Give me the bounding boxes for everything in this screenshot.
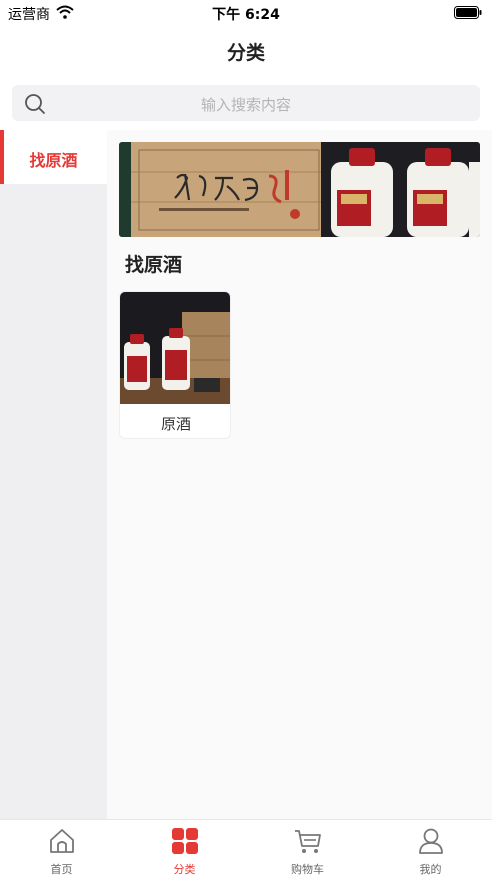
product-name: 原酒 xyxy=(160,415,191,433)
sidebar-item-label: 找原酒 xyxy=(29,151,78,170)
tab-home[interactable]: 首页 xyxy=(0,820,123,878)
home-icon xyxy=(50,829,74,853)
bottom-tab-bar: 首页 分类 购物车 我的 xyxy=(0,819,492,878)
search-input[interactable]: 输入搜索内容 xyxy=(12,85,480,121)
tab-label: 分类 xyxy=(173,863,196,876)
category-banner-image[interactable] xyxy=(119,142,480,237)
tab-label: 首页 xyxy=(50,863,73,876)
section-title: 找原酒 xyxy=(125,254,183,276)
search-area: 输入搜索内容 xyxy=(0,76,492,130)
tab-profile[interactable]: 我的 xyxy=(369,820,492,878)
navigation-bar: 分类 xyxy=(0,26,492,76)
tab-cart[interactable]: 购物车 xyxy=(246,820,369,878)
product-card[interactable]: 原酒 xyxy=(119,291,231,439)
category-content: 找原酒 原酒 xyxy=(107,130,492,819)
category-sidebar: 找原酒 xyxy=(0,130,107,819)
product-image xyxy=(120,292,230,404)
sidebar-item-find-base-liquor[interactable]: 找原酒 xyxy=(0,130,107,184)
page-title: 分类 xyxy=(226,42,265,64)
status-time: 下午 6:24 xyxy=(212,7,280,23)
profile-icon xyxy=(419,828,443,854)
battery-icon xyxy=(454,6,482,19)
tab-label: 我的 xyxy=(419,863,442,876)
tab-category[interactable]: 分类 xyxy=(123,820,246,878)
status-bar: 运营商 下午 6:24 xyxy=(0,0,492,26)
cart-icon xyxy=(295,830,321,853)
tab-label: 购物车 xyxy=(291,863,324,876)
search-placeholder: 输入搜索内容 xyxy=(200,96,291,114)
category-grid-icon xyxy=(172,828,198,854)
